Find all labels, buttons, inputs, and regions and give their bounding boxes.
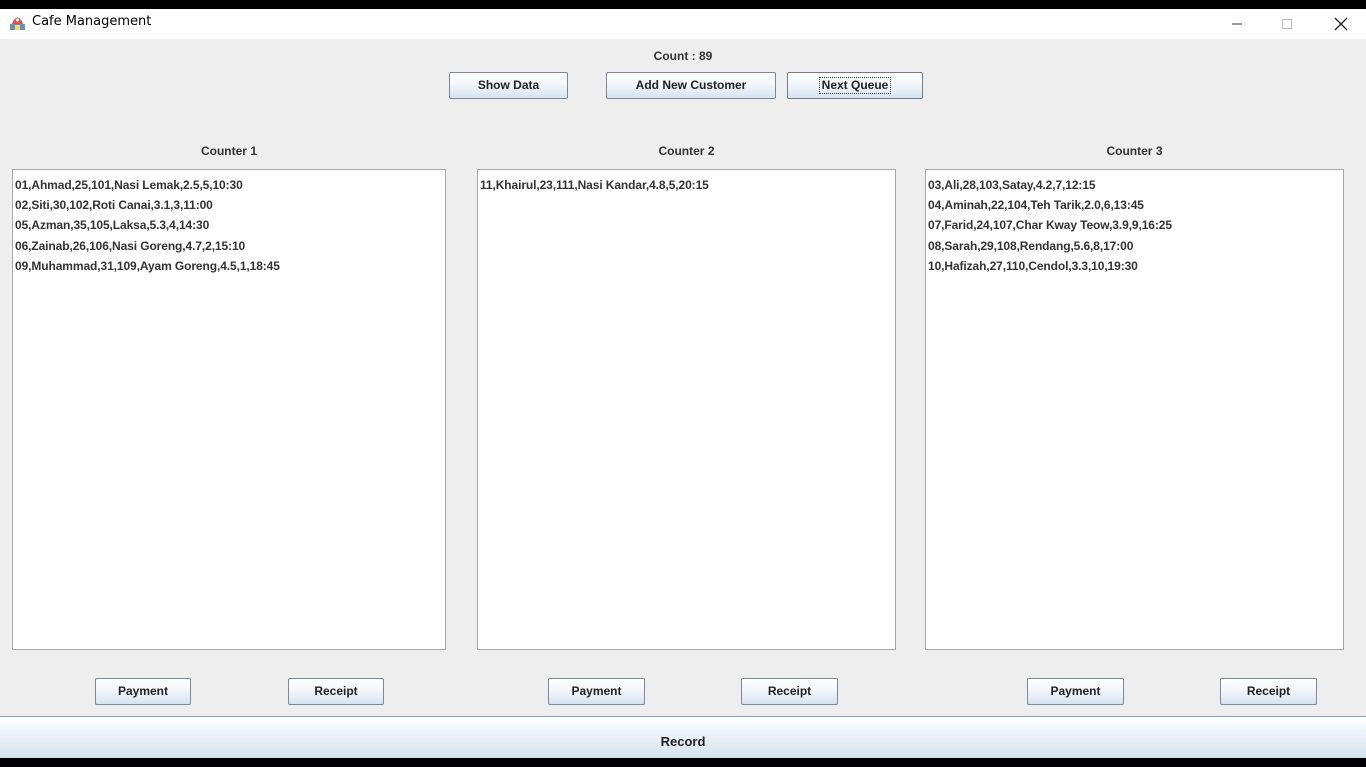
- maximize-icon: [1282, 19, 1292, 29]
- counter-1-list[interactable]: 01,Ahmad,25,101,Nasi Lemak,2.5,5,10:30 0…: [12, 169, 446, 650]
- next-queue-button[interactable]: Next Queue: [787, 72, 923, 99]
- list-item[interactable]: 06,Zainab,26,106,Nasi Goreng,4.7,2,15:10: [15, 236, 443, 256]
- close-button[interactable]: [1318, 9, 1364, 39]
- title-bar: Cafe Management: [0, 9, 1366, 39]
- counter-2-receipt-button[interactable]: Receipt: [741, 678, 838, 705]
- counter-3-title: Counter 3: [1106, 144, 1163, 158]
- close-icon: [1334, 17, 1348, 31]
- list-item[interactable]: 05,Azman,35,105,Laksa,5.3,4,14:30: [15, 215, 443, 235]
- show-data-button[interactable]: Show Data: [449, 72, 568, 99]
- list-item[interactable]: 07,Farid,24,107,Char Kway Teow,3.9,9,16:…: [928, 215, 1341, 235]
- list-item[interactable]: 10,Hafizah,27,110,Cendol,3.3,10,19:30: [928, 256, 1341, 276]
- list-item[interactable]: 02,Siti,30,102,Roti Canai,3.1,3,11:00: [15, 195, 443, 215]
- minimize-icon: [1232, 23, 1242, 25]
- list-item[interactable]: 09,Muhammad,31,109,Ayam Goreng,4.5,1,18:…: [15, 256, 443, 276]
- list-item[interactable]: 01,Ahmad,25,101,Nasi Lemak,2.5,5,10:30: [15, 175, 443, 195]
- counter-2-payment-button[interactable]: Payment: [548, 678, 645, 705]
- counter-3-list[interactable]: 03,Ali,28,103,Satay,4.2,7,12:15 04,Amina…: [925, 169, 1344, 650]
- counter-3-payment-button[interactable]: Payment: [1027, 678, 1124, 705]
- java-app-icon: [10, 17, 25, 30]
- counter-3-receipt-button[interactable]: Receipt: [1220, 678, 1317, 705]
- count-label: Count : 89: [653, 49, 713, 63]
- list-item[interactable]: 04,Aminah,22,104,Teh Tarik,2.0,6,13:45: [928, 195, 1341, 215]
- counter-2-title: Counter 2: [658, 144, 715, 158]
- counter-1-title: Counter 1: [200, 144, 257, 158]
- next-queue-label: Next Queue: [818, 77, 892, 94]
- counter-2-list[interactable]: 11,Khairul,23,111,Nasi Kandar,4.8,5,20:1…: [477, 169, 896, 650]
- list-item[interactable]: 11,Khairul,23,111,Nasi Kandar,4.8,5,20:1…: [480, 175, 893, 195]
- record-button[interactable]: Record: [0, 716, 1366, 758]
- add-new-customer-button[interactable]: Add New Customer: [606, 72, 776, 99]
- app-window: Cafe Management Count : 89 Show Data Add…: [0, 9, 1366, 758]
- minimize-button[interactable]: [1214, 9, 1260, 39]
- maximize-button[interactable]: [1264, 9, 1310, 39]
- list-item[interactable]: 08,Sarah,29,108,Rendang,5.6,8,17:00: [928, 236, 1341, 256]
- counter-1-receipt-button[interactable]: Receipt: [288, 678, 384, 705]
- list-item[interactable]: 03,Ali,28,103,Satay,4.2,7,12:15: [928, 175, 1341, 195]
- counter-1-payment-button[interactable]: Payment: [95, 678, 191, 705]
- window-title: Cafe Management: [32, 14, 152, 29]
